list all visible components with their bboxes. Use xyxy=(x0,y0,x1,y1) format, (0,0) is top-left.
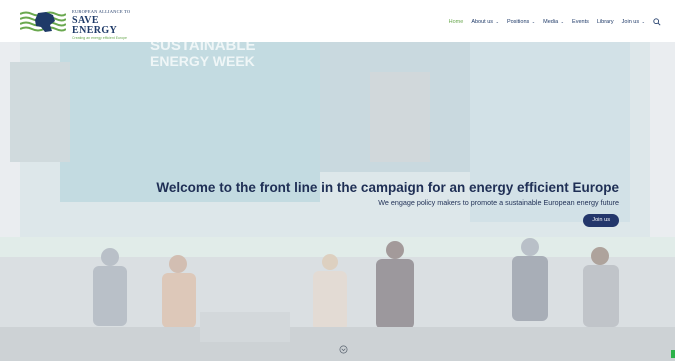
site-header: EUROPEAN ALLIANCE TO SAVE ENERGY Creatin… xyxy=(0,0,675,42)
nav-item-media[interactable]: Media ⌄ xyxy=(543,19,564,25)
join-us-button[interactable]: Join us xyxy=(583,214,619,227)
chevron-down-icon: ⌄ xyxy=(495,19,499,24)
scroll-down-icon[interactable] xyxy=(339,345,348,354)
logo-wordmark: SAVE ENERGY xyxy=(72,14,118,36)
hero-banner: SUSTAINABLE ENERGY WEEK Welcome to the f… xyxy=(0,42,675,361)
chevron-down-icon: ⌄ xyxy=(560,19,565,24)
nav-item-about-us[interactable]: About us ⌄ xyxy=(471,19,499,25)
nav-item-positions[interactable]: Positions ⌄ xyxy=(507,19,535,25)
nav-item-events[interactable]: Events xyxy=(572,19,589,25)
nav-item-library[interactable]: Library xyxy=(597,19,614,25)
europe-map-logo-icon xyxy=(20,9,66,35)
corner-widget-icon[interactable] xyxy=(671,350,675,358)
search-icon[interactable] xyxy=(653,18,661,26)
main-nav: Home About us ⌄ Positions ⌄ Media ⌄ Even… xyxy=(449,18,661,26)
logo-tagline-bottom: Creating an energy efficient Europe xyxy=(72,35,127,40)
logo-tagline-top: EUROPEAN ALLIANCE TO xyxy=(72,9,131,14)
nav-item-home[interactable]: Home xyxy=(449,19,464,25)
chevron-down-icon: ⌄ xyxy=(641,19,645,24)
hero-title: Welcome to the front line in the campaig… xyxy=(156,180,619,195)
site-logo[interactable]: EUROPEAN ALLIANCE TO SAVE ENERGY Creatin… xyxy=(20,9,140,39)
nav-item-join-us[interactable]: Join us ⌄ xyxy=(622,19,645,25)
chevron-down-icon: ⌄ xyxy=(531,19,536,24)
hero-subtitle: We engage policy makers to promote a sus… xyxy=(378,198,619,207)
